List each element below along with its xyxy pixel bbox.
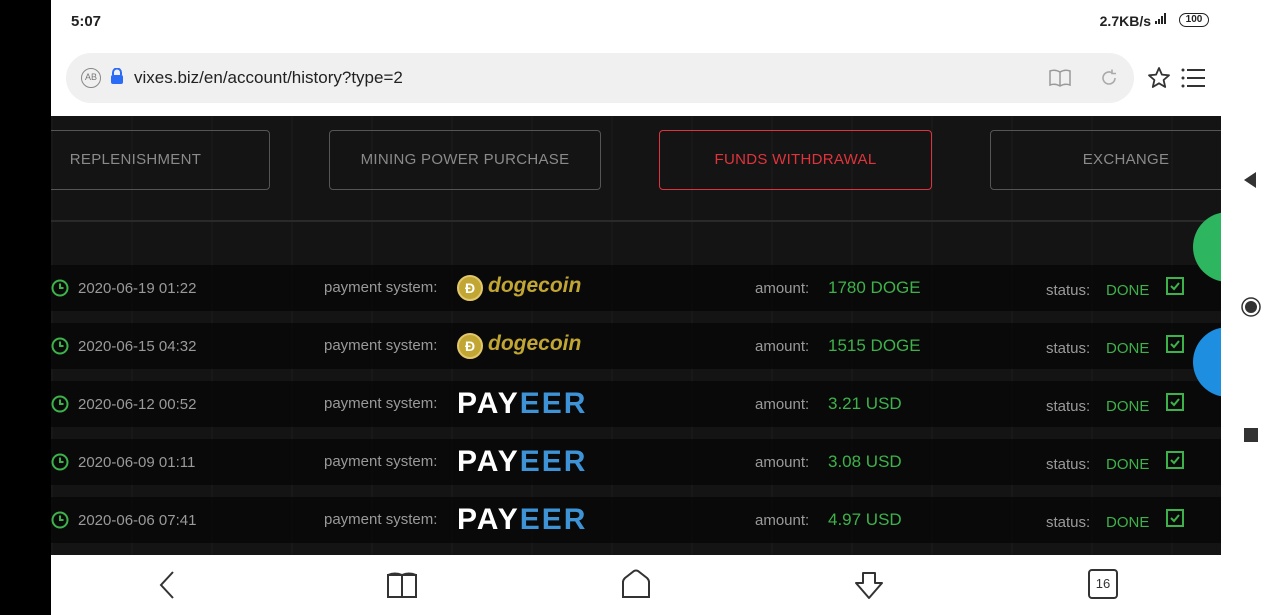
row-date: 2020-06-12 00:52 — [78, 396, 197, 413]
tab-exchange[interactable]: EXCHANGE — [990, 130, 1221, 190]
clock-icon — [51, 337, 69, 355]
row-amount: 1780 DOGE — [828, 278, 921, 297]
history-row: 2020-06-15 04:32 payment system: Ð dogec… — [51, 323, 1221, 369]
signal-icon — [1155, 12, 1169, 27]
payeer-logo: PAYEER — [457, 445, 587, 479]
url-text[interactable]: vixes.biz/en/account/history?type=2 — [134, 68, 403, 88]
clock-icon — [51, 511, 69, 529]
address-bar[interactable]: AB vixes.biz/en/account/history?type=2 — [66, 53, 1134, 103]
row-status: DONE — [1106, 456, 1150, 473]
status-label: status: — [1046, 340, 1091, 357]
dogecoin-logo-icon: Ð — [457, 333, 483, 359]
row-status: DONE — [1106, 340, 1150, 357]
history-row: 2020-06-09 01:11 payment system: PAYEER … — [51, 439, 1221, 485]
amount-label: amount: — [755, 338, 810, 355]
history-row: 2020-06-12 00:52 payment system: PAYEER … — [51, 381, 1221, 427]
back-icon[interactable] — [152, 569, 184, 601]
browser-screen: 5:07 2.7KB/s 100 AB vixes.biz/en/account… — [51, 0, 1221, 615]
tab-mining-power-purchase[interactable]: MINING POWER PURCHASE — [329, 130, 601, 190]
row-status: DONE — [1106, 282, 1150, 299]
dogecoin-logo-text: dogecoin — [488, 274, 582, 297]
lock-icon — [111, 68, 123, 84]
system-home-icon[interactable] — [1241, 297, 1261, 317]
history-row: 2020-06-19 01:22 payment system: Ð dogec… — [51, 265, 1221, 311]
amount-label: amount: — [755, 396, 810, 413]
system-back-icon[interactable] — [1241, 170, 1261, 190]
download-icon[interactable] — [853, 569, 885, 601]
row-amount: 4.97 USD — [828, 510, 902, 529]
payeer-logo-part2: EER — [519, 445, 588, 478]
payeer-logo: PAYEER — [457, 503, 587, 537]
checkbox-checked-icon — [1166, 393, 1184, 411]
clock-icon — [51, 453, 69, 471]
row-status: DONE — [1106, 514, 1150, 531]
dogecoin-logo-icon: Ð — [457, 275, 483, 301]
payeer-logo-part2: EER — [519, 387, 588, 420]
payeer-logo: PAYEER — [457, 387, 587, 421]
browser-bottom-bar: 16 — [51, 555, 1221, 615]
payeer-logo-part1: PAY — [457, 503, 520, 536]
row-amount: 3.21 USD — [828, 394, 902, 413]
checkbox-checked-icon — [1166, 335, 1184, 353]
payment-system-label: payment system: — [324, 279, 438, 296]
history-row: 2020-06-06 07:41 payment system: PAYEER … — [51, 497, 1221, 543]
payeer-logo-part2: EER — [519, 503, 588, 536]
tabs-count-button[interactable]: 16 — [1088, 569, 1118, 599]
payment-system-label: payment system: — [324, 511, 438, 528]
network-speed: 2.7KB/s — [1099, 13, 1151, 29]
system-recents-icon[interactable] — [1241, 425, 1261, 445]
status-bar: 5:07 2.7KB/s 100 — [51, 0, 1221, 44]
row-status: DONE — [1106, 398, 1150, 415]
row-date: 2020-06-15 04:32 — [78, 338, 197, 355]
clock-icon — [51, 395, 69, 413]
status-label: status: — [1046, 398, 1091, 415]
bookmarks-book-icon[interactable] — [386, 569, 418, 601]
reader-mode-icon[interactable] — [1049, 68, 1071, 88]
payment-system-label: payment system: — [324, 395, 438, 412]
payment-system-label: payment system: — [324, 453, 438, 470]
status-label: status: — [1046, 456, 1091, 473]
battery-icon: 100 — [1179, 13, 1209, 27]
row-amount: 3.08 USD — [828, 452, 902, 471]
clock-icon — [51, 279, 69, 297]
status-label: status: — [1046, 282, 1091, 299]
payment-system-label: payment system: — [324, 337, 438, 354]
row-date: 2020-06-19 01:22 — [78, 280, 197, 297]
bookmark-star-icon[interactable] — [1147, 66, 1171, 90]
dogecoin-logo-text: dogecoin — [488, 332, 582, 355]
payeer-logo-part1: PAY — [457, 387, 520, 420]
row-date: 2020-06-09 01:11 — [78, 454, 196, 471]
amount-label: amount: — [755, 280, 810, 297]
status-label: status: — [1046, 514, 1091, 531]
home-icon[interactable] — [620, 569, 652, 601]
tab-funds-withdrawal[interactable]: FUNDS WITHDRAWAL — [659, 130, 932, 190]
amount-label: amount: — [755, 512, 810, 529]
status-time: 5:07 — [71, 13, 102, 30]
checkbox-checked-icon — [1166, 277, 1184, 295]
web-content: REPLENISHMENT MINING POWER PURCHASE FUND… — [51, 116, 1221, 555]
menu-list-icon[interactable] — [1181, 67, 1205, 89]
row-date: 2020-06-06 07:41 — [78, 512, 197, 529]
reload-icon[interactable] — [1099, 68, 1119, 88]
system-nav-bar — [1221, 0, 1280, 615]
ad-block-icon[interactable]: AB — [81, 68, 101, 88]
tab-replenishment[interactable]: REPLENISHMENT — [51, 130, 270, 190]
checkbox-checked-icon — [1166, 509, 1184, 527]
checkbox-checked-icon — [1166, 451, 1184, 469]
payeer-logo-part1: PAY — [457, 445, 520, 478]
amount-label: amount: — [755, 454, 810, 471]
divider — [51, 220, 1221, 222]
row-amount: 1515 DOGE — [828, 336, 921, 355]
